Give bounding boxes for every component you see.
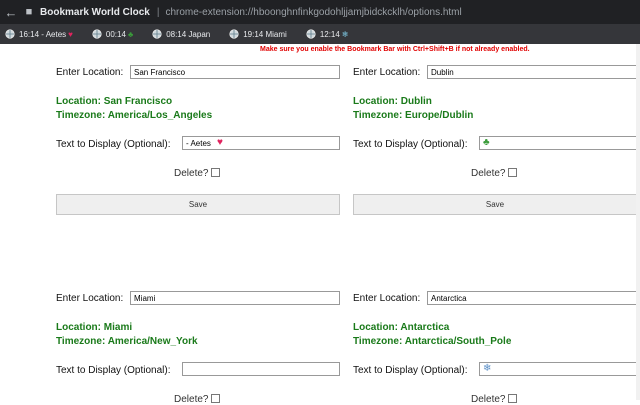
display-text-row: Text to Display (Optional): ♣: [353, 136, 637, 150]
location-info: Location: Miami: [56, 322, 132, 333]
enter-location-label: Enter Location:: [353, 293, 421, 304]
timezone-name: Antarctica/South_Pole: [404, 336, 512, 347]
location-info: Location: San Francisco: [56, 96, 172, 107]
bookmark-item[interactable]: 00:14 ♣: [92, 29, 133, 39]
delete-checkbox[interactable]: [211, 394, 221, 403]
enter-location-label: Enter Location:: [56, 67, 124, 78]
location-prefix: Location:: [353, 96, 401, 107]
location-input[interactable]: [427, 291, 637, 305]
delete-label: Delete?: [174, 168, 209, 179]
bookmark-item[interactable]: 16:14 - Aetes ♥: [5, 29, 73, 39]
display-text-input[interactable]: [479, 136, 637, 150]
location-row: Enter Location:: [56, 291, 340, 305]
location-panel-san-francisco: Enter Location: Location: San Francisco …: [56, 58, 344, 218]
timezone-prefix: Timezone:: [353, 336, 405, 347]
bookmark-label: 08:14 Japan: [166, 29, 211, 39]
text-to-display-label: Text to Display (Optional):: [56, 365, 171, 376]
heart-icon: ♥: [68, 29, 73, 39]
delete-checkbox[interactable]: [508, 168, 518, 177]
location-input[interactable]: [130, 65, 340, 79]
timezone-name: America/Los_Angeles: [107, 110, 213, 121]
globe-clock-icon: [152, 29, 162, 39]
location-row: Enter Location:: [56, 65, 340, 79]
location-panel-antarctica: Enter Location: Location: Antarctica Tim…: [353, 284, 640, 405]
delete-row: Delete?: [174, 168, 221, 179]
text-to-display-label: Text to Display (Optional):: [353, 365, 468, 376]
timezone-info: Timezone: Europe/Dublin: [353, 110, 473, 121]
text-to-display-label: Text to Display (Optional):: [56, 139, 171, 150]
delete-checkbox[interactable]: [508, 394, 518, 403]
globe-clock-icon: [5, 29, 15, 39]
display-text-input[interactable]: [182, 362, 340, 376]
delete-label: Delete?: [471, 168, 506, 179]
location-prefix: Location:: [353, 322, 401, 333]
enter-location-label: Enter Location:: [56, 293, 124, 304]
bookmark-label: 19:14 Miami: [243, 29, 287, 39]
app-title: Bookmark World Clock: [40, 6, 150, 18]
location-row: Enter Location:: [353, 65, 637, 79]
clover-icon: ♣: [483, 137, 490, 148]
bookmark-label: 12:14: [319, 29, 340, 39]
location-name: Miami: [103, 322, 133, 333]
location-input[interactable]: [427, 65, 637, 79]
heart-icon: ♥: [217, 137, 223, 148]
timezone-prefix: Timezone:: [353, 110, 406, 121]
delete-row: Delete?: [471, 168, 518, 179]
bookmark-label: 00:14: [105, 29, 126, 39]
timezone-prefix: Timezone:: [56, 110, 108, 121]
bookmark-item[interactable]: 19:14 Miami: [229, 29, 287, 39]
display-text-input[interactable]: [479, 362, 637, 376]
location-name: Dublin: [400, 96, 432, 107]
timezone-info: Timezone: America/New_York: [56, 336, 198, 347]
display-text-row: Text to Display (Optional):: [56, 362, 340, 376]
location-input[interactable]: [130, 291, 340, 305]
title-bar: ← ■ Bookmark World Clock | chrome-extens…: [0, 0, 640, 24]
location-name: Antarctica: [400, 322, 450, 333]
bookmark-bar-warning: Make sure you enable the Bookmark Bar wi…: [260, 46, 530, 53]
snowflake-icon: ❄: [483, 363, 492, 374]
bookmark-bar: 16:14 - Aetes ♥ 00:14 ♣ 08:14 Japan 19:1…: [0, 24, 640, 44]
globe-clock-icon: [92, 29, 102, 39]
location-info: Location: Dublin: [353, 96, 432, 107]
save-button[interactable]: Save: [353, 194, 637, 215]
globe-clock-icon: [306, 29, 316, 39]
back-arrow-icon[interactable]: ←: [0, 5, 22, 20]
location-prefix: Location:: [56, 322, 104, 333]
clover-icon: ♣: [127, 29, 134, 39]
bookmark-item[interactable]: 12:14 ❄: [306, 29, 349, 39]
page-scrollbar[interactable]: [636, 44, 640, 400]
timezone-info: Timezone: Antarctica/South_Pole: [353, 336, 511, 347]
globe-clock-icon: [229, 29, 239, 39]
text-to-display-label: Text to Display (Optional):: [353, 139, 468, 150]
location-prefix: Location:: [56, 96, 104, 107]
enter-location-label: Enter Location:: [353, 67, 421, 78]
delete-checkbox[interactable]: [211, 168, 221, 177]
location-panel-miami: Enter Location: Location: Miami Timezone…: [56, 284, 344, 405]
timezone-name: America/New_York: [107, 336, 198, 347]
timezone-prefix: Timezone:: [56, 336, 108, 347]
location-name: San Francisco: [103, 96, 173, 107]
location-row: Enter Location:: [353, 291, 637, 305]
title-separator: |: [156, 6, 160, 18]
timezone-name: Europe/Dublin: [405, 110, 474, 121]
bookmark-label: 16:14 - Aetes: [19, 29, 67, 39]
display-text-row: Text to Display (Optional): ❄: [353, 362, 637, 376]
save-button[interactable]: Save: [56, 194, 340, 215]
display-text-input[interactable]: [182, 136, 340, 150]
location-panel-dublin: Enter Location: Location: Dublin Timezon…: [353, 58, 640, 218]
display-text-row: Text to Display (Optional): ♥: [56, 136, 340, 150]
page-url[interactable]: chrome-extension://hboonghnfinkgodohljja…: [165, 7, 461, 18]
bookmark-item[interactable]: 08:14 Japan: [152, 29, 210, 39]
timezone-info: Timezone: America/Los_Angeles: [56, 110, 212, 121]
snowflake-icon: ❄: [341, 29, 349, 39]
extension-icon: ■: [25, 6, 33, 18]
location-info: Location: Antarctica: [353, 322, 449, 333]
